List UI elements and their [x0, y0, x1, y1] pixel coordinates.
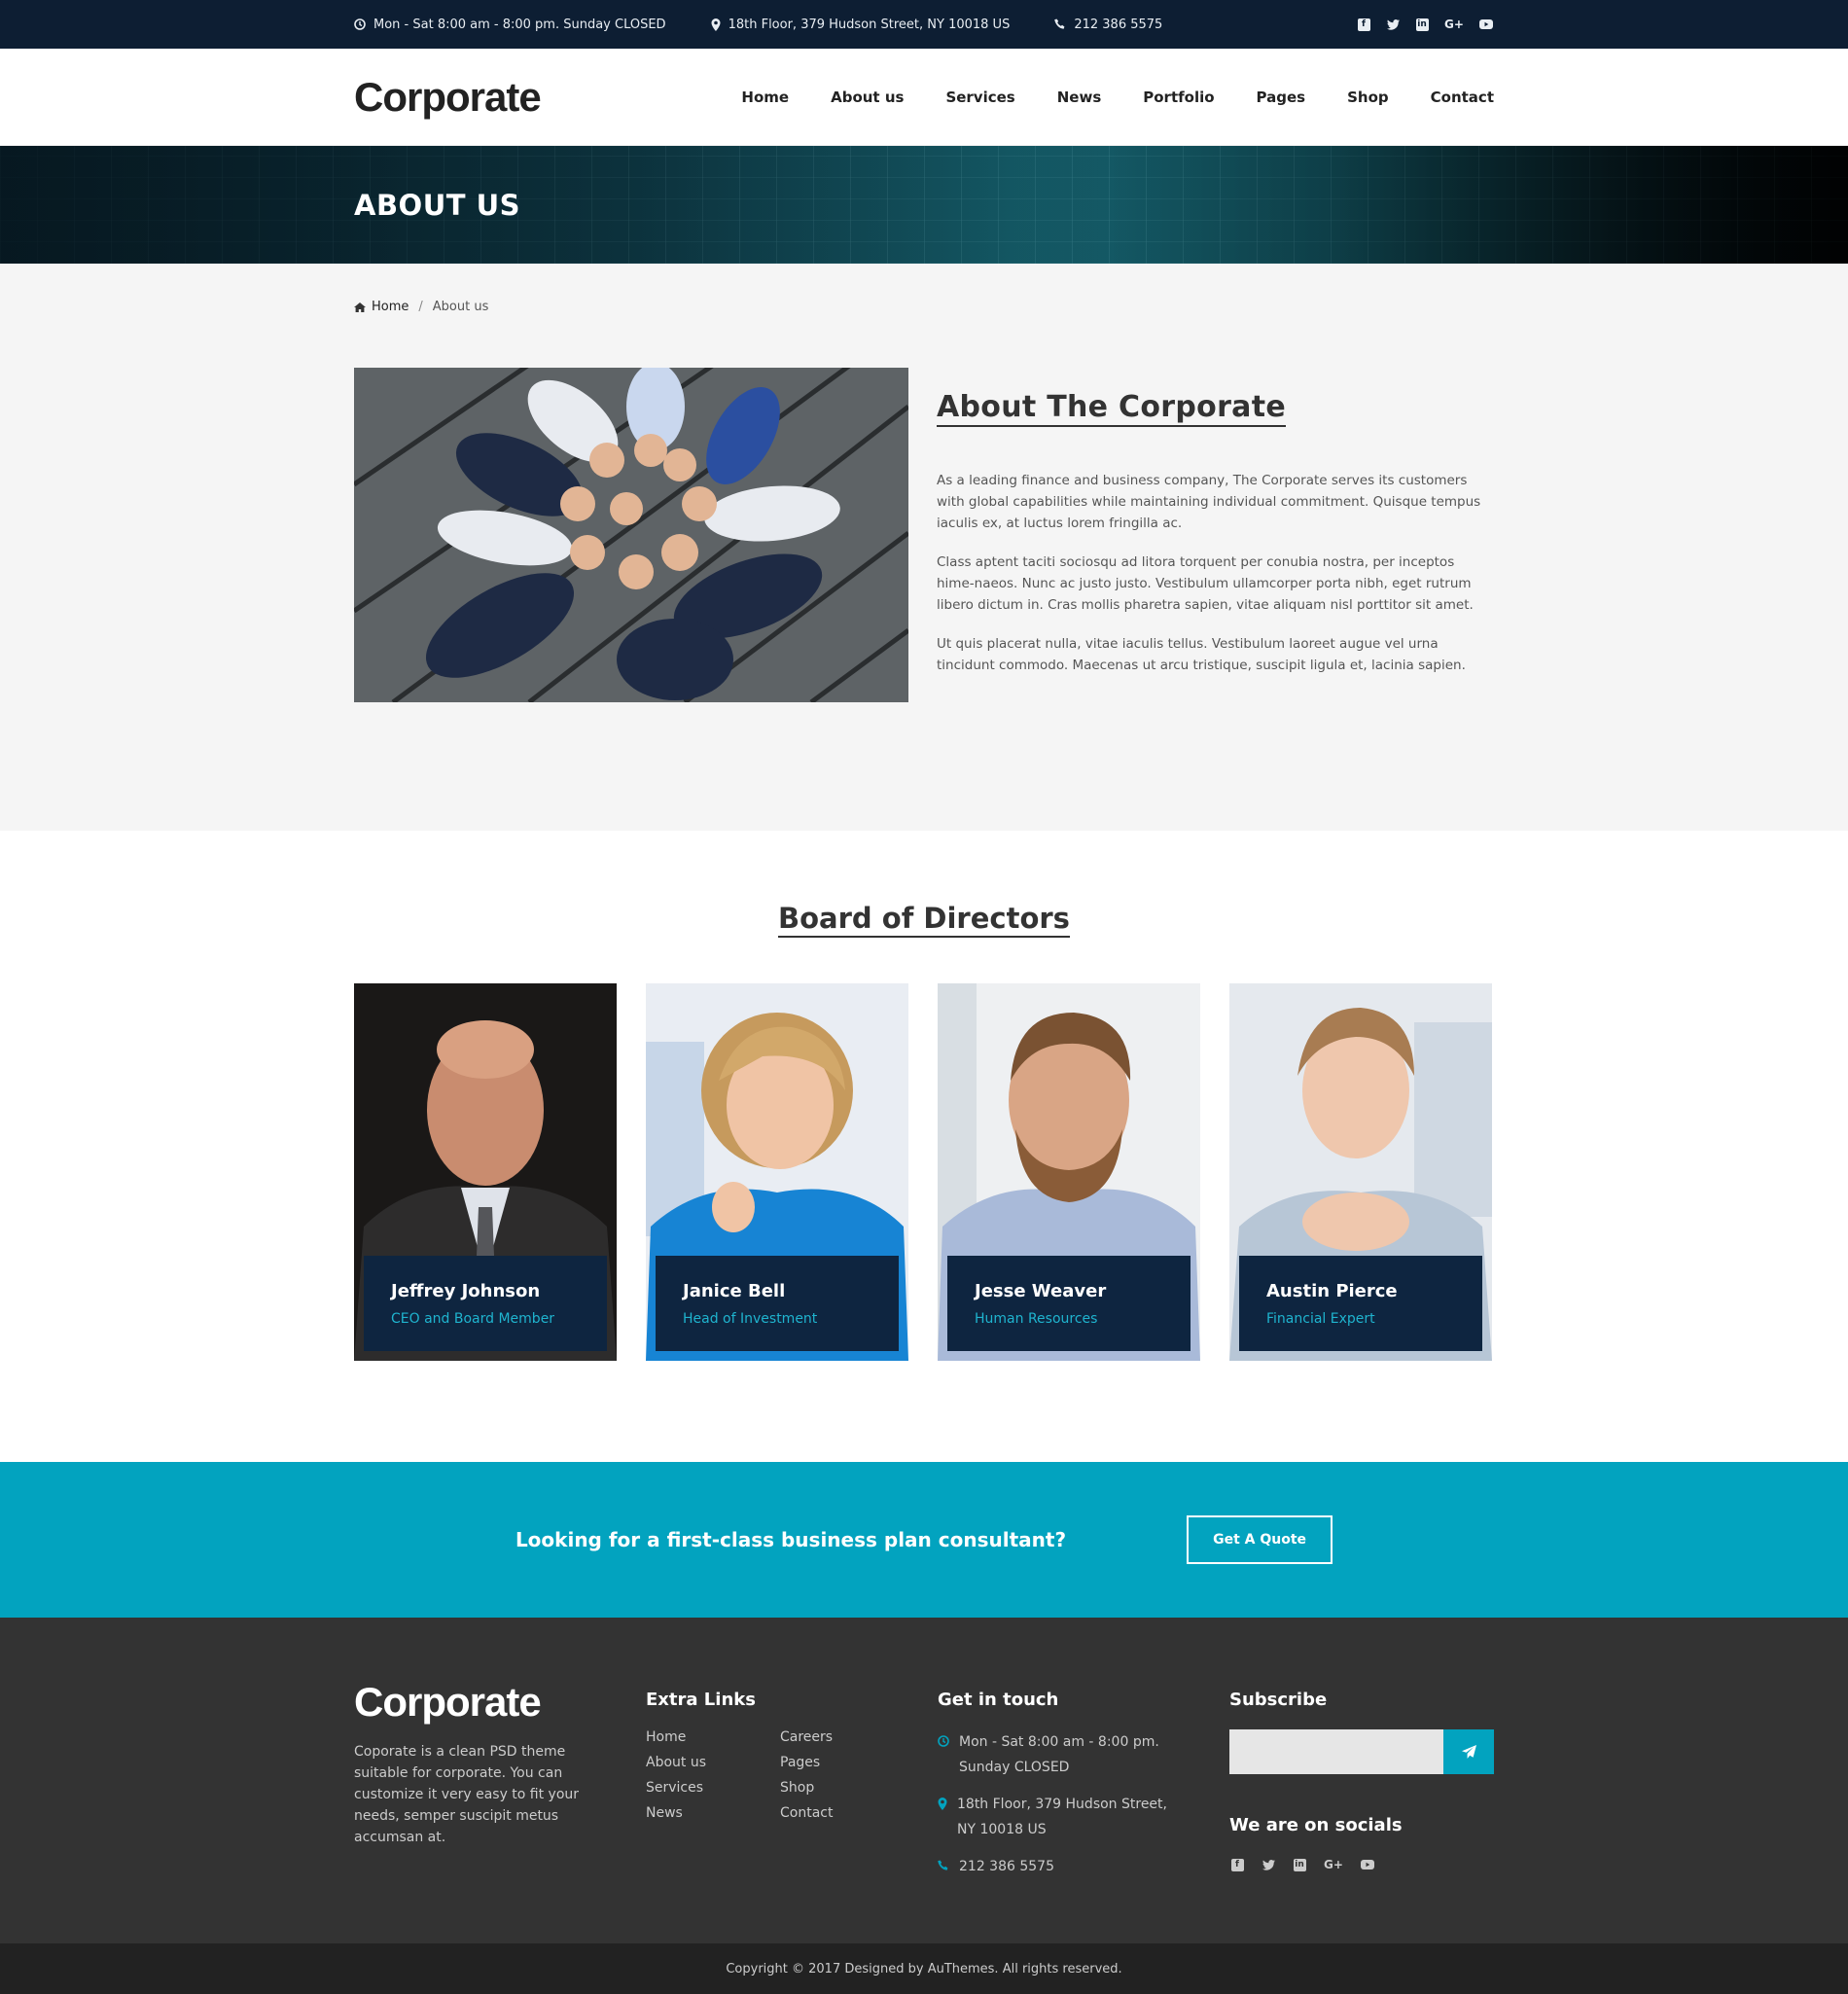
breadcrumb-home-label: Home [372, 300, 409, 314]
breadcrumb-home[interactable]: Home [354, 300, 409, 314]
footer-hours: Mon - Sat 8:00 am - 8:00 pm. Sunday CLOS… [938, 1729, 1229, 1780]
twitter-icon[interactable] [1385, 17, 1401, 32]
director-card[interactable]: Austin Pierce Financial Expert [1229, 983, 1492, 1361]
footer-link-home[interactable]: Home [646, 1729, 780, 1745]
director-card[interactable]: Janice Bell Head of Investment [646, 983, 908, 1361]
google-plus-icon[interactable]: G+ [1323, 1857, 1344, 1872]
topbar-phone: 212 386 5575 [1054, 18, 1162, 32]
footer-link-services[interactable]: Services [646, 1780, 780, 1796]
topbar-hours-text: Mon - Sat 8:00 am - 8:00 pm. Sunday CLOS… [373, 17, 666, 32]
about-paragraph-1: As a leading finance and business compan… [937, 473, 1481, 531]
footer-address: 18th Floor, 379 Hudson Street, NY 10018 … [938, 1792, 1229, 1842]
linkedin-icon[interactable]: in [1414, 17, 1430, 32]
clock-icon [938, 1735, 949, 1747]
facebook-icon[interactable]: f [1229, 1857, 1245, 1872]
footer-phone-text: 212 386 5575 [959, 1859, 1054, 1874]
facebook-icon[interactable]: f [1356, 17, 1371, 32]
cta-banner: Looking for a first-class business plan … [0, 1462, 1848, 1618]
breadcrumb-separator: / [418, 300, 423, 314]
cta-message: Looking for a first-class business plan … [515, 1528, 1067, 1551]
team-photo [354, 368, 908, 702]
director-card[interactable]: Jesse Weaver Human Resources [938, 983, 1200, 1361]
copyright-bar: Copyright © 2017 Designed by AuThemes. A… [0, 1943, 1848, 1994]
breadcrumb-current: About us [432, 300, 489, 314]
director-name: Austin Pierce [1266, 1281, 1398, 1301]
footer-logo[interactable]: Corporate [354, 1679, 646, 1726]
subscribe-form [1229, 1729, 1494, 1774]
site-header: Corporate Home About us Services News Po… [0, 49, 1848, 146]
director-role: Financial Expert [1266, 1311, 1375, 1327]
youtube-icon[interactable] [1478, 17, 1494, 32]
footer-link-news[interactable]: News [646, 1805, 780, 1821]
main-nav: Home About us Services News Portfolio Pa… [741, 89, 1494, 106]
footer-link-contact[interactable]: Contact [780, 1805, 914, 1821]
footer-socials: f in G+ [1229, 1857, 1494, 1872]
nav-home[interactable]: Home [741, 89, 789, 106]
topbar-address: 18th Floor, 379 Hudson Street, NY 10018 … [711, 17, 1011, 32]
about-paragraph-3: Ut quis placerat nulla, vitae iaculis te… [937, 636, 1466, 673]
subscribe-email-input[interactable] [1229, 1729, 1443, 1774]
site-logo[interactable]: Corporate [354, 74, 542, 121]
twitter-icon[interactable] [1261, 1857, 1276, 1872]
clock-icon [354, 18, 366, 30]
nav-pages[interactable]: Pages [1257, 89, 1306, 106]
extra-links: Home Careers About us Pages Services Sho… [646, 1729, 938, 1821]
nav-contact[interactable]: Contact [1431, 89, 1494, 106]
about-section: Home / About us About The Corporate As a… [0, 264, 1848, 831]
nav-services[interactable]: Services [945, 89, 1014, 106]
map-pin-icon [711, 18, 721, 31]
get-a-quote-button[interactable]: Get A Quote [1187, 1515, 1333, 1564]
footer-link-shop[interactable]: Shop [780, 1780, 914, 1796]
director-role: Head of Investment [683, 1311, 818, 1327]
board-section: Board of Directors Jeffrey Johnson CEO a… [0, 831, 1848, 1462]
send-icon [1461, 1745, 1476, 1759]
board-title: Board of Directors [778, 902, 1070, 938]
socials-title: We are on socials [1229, 1815, 1403, 1835]
nav-news[interactable]: News [1057, 89, 1102, 106]
director-name: Jesse Weaver [975, 1281, 1107, 1301]
linkedin-icon[interactable]: in [1292, 1857, 1307, 1872]
top-bar: Mon - Sat 8:00 am - 8:00 pm. Sunday CLOS… [0, 0, 1848, 49]
footer-phone: 212 386 5575 [938, 1854, 1229, 1879]
director-role: CEO and Board Member [391, 1311, 555, 1327]
nav-shop[interactable]: Shop [1347, 89, 1389, 106]
footer-link-about-us[interactable]: About us [646, 1755, 780, 1770]
extra-links-title: Extra Links [646, 1690, 756, 1710]
footer-description: Coporate is a clean PSD theme suitable f… [354, 1744, 580, 1845]
director-card[interactable]: Jeffrey Johnson CEO and Board Member [354, 983, 617, 1361]
youtube-icon[interactable] [1360, 1857, 1375, 1872]
director-role: Human Resources [975, 1311, 1098, 1327]
director-name: Janice Bell [683, 1281, 786, 1301]
page-title: ABOUT US [354, 188, 521, 222]
google-plus-icon[interactable]: G+ [1443, 17, 1465, 32]
copyright-text: Copyright © 2017 Designed by AuThemes. A… [726, 1961, 1122, 1976]
home-icon [354, 302, 366, 312]
topbar-address-text: 18th Floor, 379 Hudson Street, NY 10018 … [728, 17, 1011, 32]
breadcrumb: Home / About us [354, 264, 1494, 322]
topbar-socials: f in G+ [1356, 17, 1494, 32]
about-title: About The Corporate [937, 390, 1286, 427]
subscribe-button[interactable] [1443, 1729, 1494, 1774]
footer-link-pages[interactable]: Pages [780, 1755, 914, 1770]
subscribe-title: Subscribe [1229, 1690, 1328, 1710]
director-name: Jeffrey Johnson [391, 1281, 541, 1301]
map-pin-icon [938, 1798, 947, 1810]
topbar-phone-text: 212 386 5575 [1074, 17, 1163, 32]
nav-about-us[interactable]: About us [831, 89, 904, 106]
site-footer: Corporate Coporate is a clean PSD theme … [0, 1618, 1848, 1943]
nav-portfolio[interactable]: Portfolio [1143, 89, 1214, 106]
phone-icon [938, 1860, 948, 1870]
phone-icon [1054, 18, 1065, 29]
footer-link-careers[interactable]: Careers [780, 1729, 914, 1745]
get-in-touch-title: Get in touch [938, 1690, 1059, 1710]
about-paragraph-2: Class aptent taciti sociosqu ad litora t… [937, 554, 1474, 613]
page-banner: ABOUT US [0, 146, 1848, 264]
footer-hours-text: Mon - Sat 8:00 am - 8:00 pm. Sunday CLOS… [959, 1734, 1159, 1775]
topbar-hours: Mon - Sat 8:00 am - 8:00 pm. Sunday CLOS… [354, 18, 666, 32]
footer-address-text: 18th Floor, 379 Hudson Street, NY 10018 … [957, 1797, 1167, 1837]
